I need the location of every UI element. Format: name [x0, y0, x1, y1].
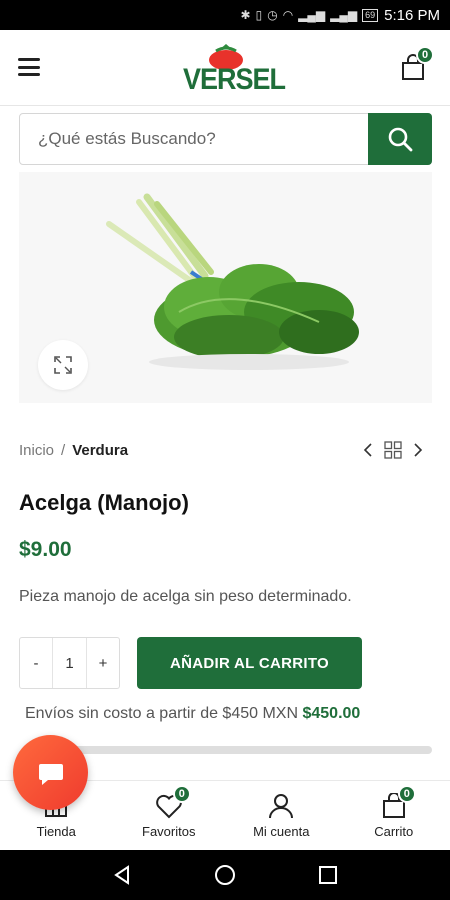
- breadcrumb-home-link[interactable]: Inicio: [19, 442, 54, 459]
- quantity-decrease-button[interactable]: -: [20, 638, 52, 688]
- free-shipping-notice: Envíos sin costo a partir de $450 MXN $4…: [25, 705, 360, 723]
- next-product-icon[interactable]: [412, 442, 424, 458]
- home-icon[interactable]: [214, 864, 236, 886]
- nav-label-mi-cuenta: Mi cuenta: [253, 824, 310, 839]
- quantity-stepper: - 1 +: [19, 637, 120, 689]
- cart-icon: 0: [380, 785, 416, 819]
- system-navigation-bar: [0, 850, 450, 900]
- grid-icon[interactable]: [384, 441, 402, 459]
- alarm-icon: ◷: [267, 8, 278, 22]
- expand-icon: [54, 356, 72, 374]
- search-button[interactable]: [368, 113, 432, 165]
- chat-bubble-icon: [38, 763, 63, 785]
- quantity-input[interactable]: 1: [52, 638, 87, 688]
- search-bar: [19, 113, 432, 165]
- nav-item-carrito[interactable]: 0 Carrito: [338, 781, 450, 850]
- bluetooth-icon: ✱: [240, 8, 251, 22]
- site-header: VERSEL 0: [0, 30, 450, 106]
- logo-text: VERSEL: [183, 62, 286, 96]
- product-description: Pieza manojo de acelga sin peso determin…: [19, 588, 352, 605]
- cart-nav-count-badge: 0: [397, 785, 416, 803]
- brand-logo[interactable]: VERSEL: [183, 40, 286, 98]
- quantity-increase-button[interactable]: +: [87, 638, 119, 688]
- battery-icon: 69: [362, 8, 379, 22]
- shipping-text: Envíos sin costo a partir de $450 MXN: [25, 705, 299, 722]
- hamburger-menu-icon[interactable]: [18, 58, 40, 76]
- nav-label-carrito: Carrito: [374, 824, 414, 839]
- recents-icon[interactable]: [317, 864, 339, 886]
- signal-icon-2: ▂▄▆: [330, 8, 358, 22]
- nav-item-favoritos[interactable]: 0 Favoritos: [113, 781, 226, 850]
- breadcrumb: Inicio / Verdura: [19, 442, 128, 459]
- add-to-cart-button[interactable]: AÑADIR AL CARRITO: [137, 637, 362, 689]
- product-price: $9.00: [19, 538, 72, 561]
- header-cart-button[interactable]: 0: [400, 46, 434, 82]
- back-icon[interactable]: [111, 864, 133, 886]
- status-time: 5:16 PM: [384, 6, 440, 24]
- product-navigation: [362, 441, 424, 459]
- nav-label-tienda: Tienda: [36, 824, 76, 839]
- status-icons: ✱ ▯ ◷ ◠ ▂▄▆ ▂▄▆ 69: [241, 8, 379, 22]
- previous-product-icon[interactable]: [362, 442, 374, 458]
- heart-icon: 0: [155, 785, 191, 819]
- nav-label-favoritos: Favoritos: [142, 824, 196, 839]
- wifi-icon: ◠: [282, 8, 294, 22]
- favorites-count-badge: 0: [172, 785, 191, 803]
- zoom-image-button[interactable]: [38, 340, 88, 390]
- user-icon: [267, 793, 295, 819]
- breadcrumb-current[interactable]: Verdura: [72, 442, 128, 459]
- shipping-progress-bar: [35, 746, 432, 754]
- status-bar: ✱ ▯ ◷ ◠ ▂▄▆ ▂▄▆ 69 5:16 PM: [0, 0, 450, 30]
- search-input[interactable]: [20, 114, 368, 164]
- shipping-amount: $450.00: [302, 705, 361, 722]
- cart-count-badge: 0: [416, 46, 434, 64]
- search-icon: [388, 127, 413, 152]
- signal-icon: ▂▄▆: [298, 8, 326, 22]
- nav-item-mi-cuenta[interactable]: Mi cuenta: [225, 781, 338, 850]
- product-title: Acelga (Manojo): [19, 490, 189, 515]
- vibrate-icon: ▯: [255, 8, 263, 22]
- breadcrumb-separator: /: [61, 442, 66, 459]
- product-image[interactable]: [19, 172, 432, 403]
- chat-button[interactable]: [13, 735, 88, 810]
